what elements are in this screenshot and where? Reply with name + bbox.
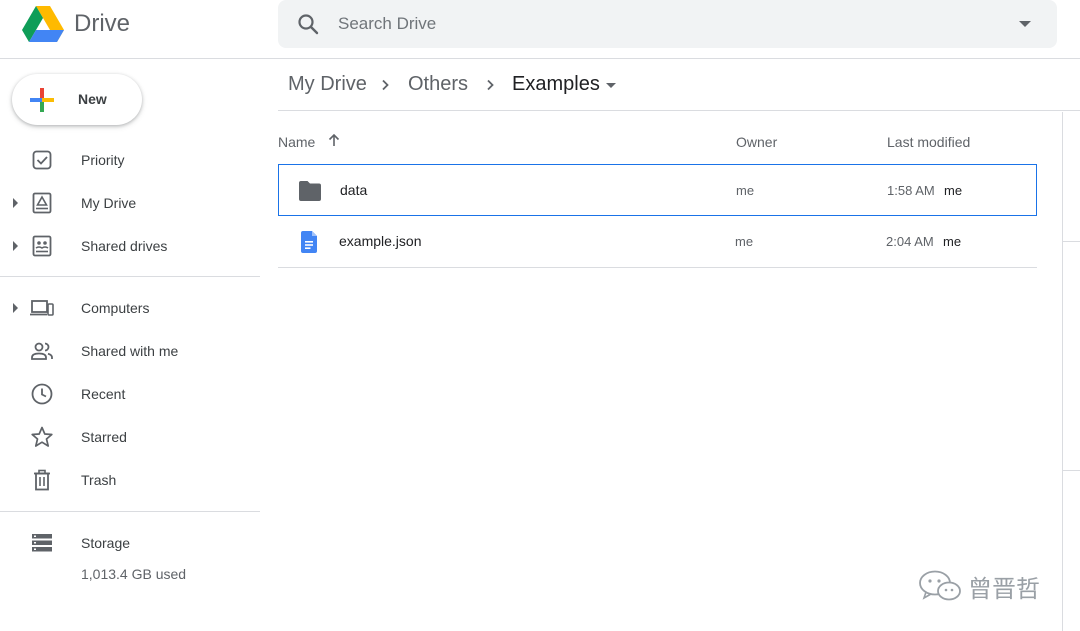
plus-icon: [30, 88, 54, 112]
breadcrumb-examples[interactable]: Examples: [512, 73, 600, 96]
watermark-text: 曾晋哲: [968, 575, 1040, 603]
trash-icon: [34, 469, 50, 491]
file-name[interactable]: example.json: [339, 233, 422, 249]
sidebar-divider: [0, 511, 260, 512]
details-panel-edge: [1062, 112, 1080, 631]
file-list-header: Name Owner Last modified: [278, 112, 1038, 168]
expand-arrow-icon[interactable]: [13, 198, 18, 208]
rail-divider: [1063, 241, 1080, 242]
storage-label: Storage: [81, 535, 131, 551]
file-owner: me: [736, 183, 755, 198]
shared-drives-icon: [32, 235, 52, 257]
file-row-example-json[interactable]: example.json me 2:04 AM me: [278, 216, 1037, 268]
document-icon: [301, 231, 317, 253]
file-modified-by: me: [944, 183, 963, 198]
sidebar-item-label: Computers: [81, 300, 150, 316]
main-content: My Drive Others Examples Name Owner Last…: [278, 60, 1080, 631]
file-name[interactable]: data: [340, 182, 367, 198]
storage-used-text: 1,013.4 GB used: [81, 566, 187, 582]
breadcrumb-my-drive[interactable]: My Drive: [288, 73, 367, 96]
sidebar-item-computers[interactable]: Computers: [0, 290, 262, 326]
my-drive-icon: [32, 192, 52, 214]
sidebar-item-label: My Drive: [81, 195, 137, 211]
search-input[interactable]: Search Drive: [338, 14, 436, 34]
sidebar-divider: [0, 276, 260, 277]
priority-icon: [32, 150, 52, 170]
sidebar-item-shared-with-me[interactable]: Shared with me: [0, 333, 262, 369]
rail-divider: [1063, 470, 1080, 471]
file-modified-time: 1:58 AM: [887, 183, 935, 198]
sidebar-item-starred[interactable]: Starred: [0, 419, 262, 455]
search-icon[interactable]: [296, 12, 320, 36]
column-header-last-modified[interactable]: Last modified: [887, 134, 970, 150]
file-owner: me: [735, 234, 754, 249]
expand-arrow-icon[interactable]: [13, 303, 18, 313]
folder-menu-dropdown-icon[interactable]: [606, 83, 616, 88]
sort-ascending-icon[interactable]: [326, 132, 342, 148]
file-row-data[interactable]: data me 1:58 AM me: [278, 164, 1037, 216]
computers-icon: [30, 300, 54, 316]
sidebar-item-priority[interactable]: Priority: [0, 142, 262, 178]
watermark: 曾晋哲: [918, 565, 1048, 605]
search-options-dropdown-icon[interactable]: [1019, 21, 1031, 27]
new-button[interactable]: New: [12, 74, 142, 125]
column-header-owner[interactable]: Owner: [736, 134, 777, 150]
sidebar-item-label: Trash: [81, 472, 117, 488]
breadcrumb-others[interactable]: Others: [408, 73, 468, 96]
sidebar-item-label: Priority: [81, 152, 125, 168]
sidebar-item-label: Shared with me: [81, 343, 179, 359]
chevron-right-icon: [487, 79, 494, 91]
expand-arrow-icon[interactable]: [13, 241, 18, 251]
new-button-label: New: [78, 91, 107, 107]
app-title[interactable]: Drive: [74, 10, 130, 38]
recent-icon: [31, 383, 53, 405]
wechat-icon: [919, 570, 961, 601]
sidebar: New Priority My Drive Shared drives Comp…: [0, 60, 262, 631]
sidebar-item-label: Recent: [81, 386, 126, 402]
storage-icon: [32, 534, 52, 552]
sidebar-item-label: Shared drives: [81, 238, 168, 254]
folder-icon: [299, 181, 321, 201]
breadcrumb: My Drive Others Examples: [278, 60, 1080, 111]
search-bar[interactable]: Search Drive: [278, 0, 1057, 48]
file-modified-by: me: [943, 234, 962, 249]
shared-with-me-icon: [31, 342, 53, 360]
drive-logo-icon[interactable]: [22, 6, 64, 42]
chevron-right-icon: [382, 79, 389, 91]
sidebar-item-my-drive[interactable]: My Drive: [0, 185, 262, 221]
sidebar-item-storage[interactable]: Storage: [0, 525, 262, 561]
sidebar-item-shared-drives[interactable]: Shared drives: [0, 228, 262, 264]
file-modified-time: 2:04 AM: [886, 234, 934, 249]
sidebar-item-label: Starred: [81, 429, 127, 445]
sidebar-item-recent[interactable]: Recent: [0, 376, 262, 412]
star-icon: [31, 426, 53, 447]
sidebar-item-trash[interactable]: Trash: [0, 462, 262, 498]
column-header-name[interactable]: Name: [278, 134, 315, 150]
top-bar: Drive Search Drive: [0, 0, 1080, 59]
